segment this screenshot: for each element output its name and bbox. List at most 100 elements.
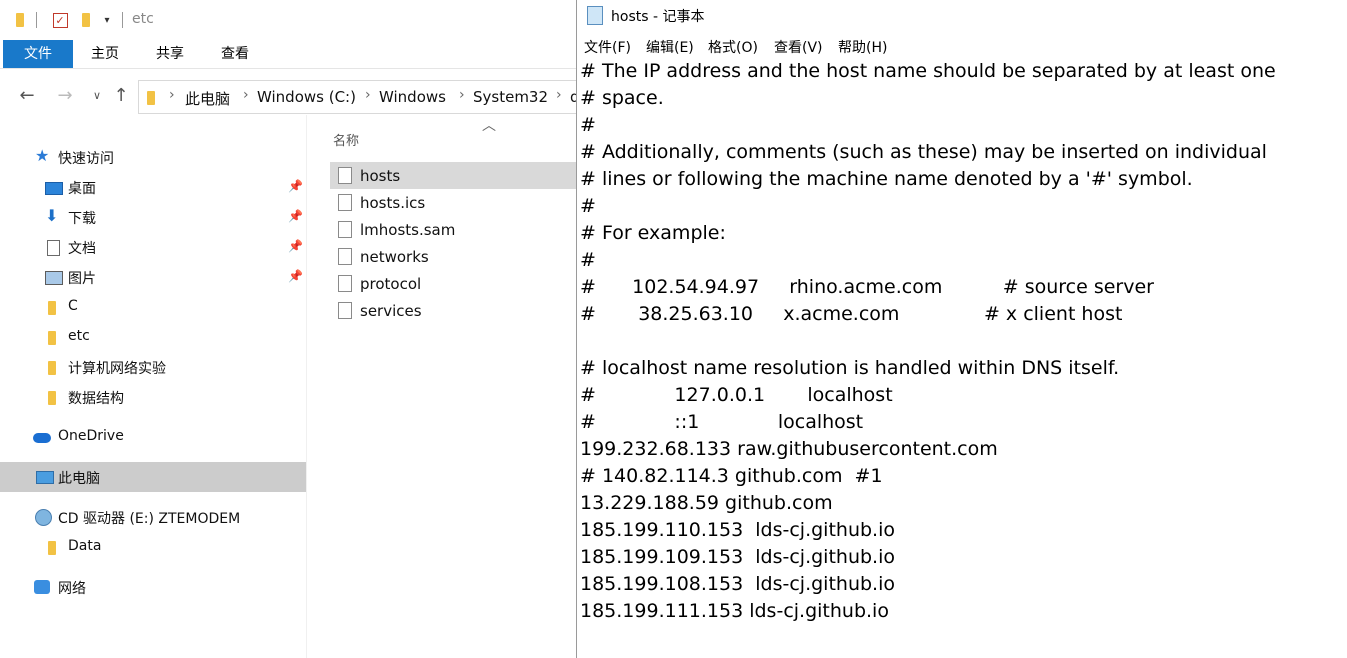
file-row-hosts[interactable]: hosts — [330, 162, 576, 189]
file-row-networks[interactable]: networks — [330, 243, 576, 270]
folder-icon — [48, 540, 56, 559]
properties-check-icon[interactable]: ✓ — [50, 10, 70, 30]
recent-locations-chevron-icon[interactable]: ∨ — [86, 85, 108, 107]
text-line: # 127.0.0.1 localhost — [580, 384, 893, 406]
nav-label: 文档 — [68, 241, 96, 257]
menu-format[interactable]: 格式(O) — [708, 37, 758, 57]
text-line: # ::1 localhost — [580, 411, 864, 433]
chevron-right-icon: › — [556, 87, 562, 103]
column-header-name[interactable]: 名称 — [333, 130, 359, 149]
file-row-hosts-ics[interactable]: hosts.ics — [330, 189, 576, 216]
notepad-title: hosts - 记事本 — [611, 9, 705, 25]
tab-view[interactable]: 查看 — [210, 40, 260, 68]
file-icon — [338, 221, 352, 238]
cloud-icon — [33, 433, 51, 443]
file-icon — [338, 275, 352, 292]
file-icon — [338, 248, 352, 265]
file-icon — [338, 167, 352, 184]
nav-label: etc — [68, 328, 90, 344]
tab-home[interactable]: 主页 — [80, 40, 130, 68]
breadcrumb-system32[interactable]: System32 — [473, 88, 548, 106]
chevron-right-icon: › — [169, 87, 175, 103]
desktop-icon — [45, 182, 63, 195]
nav-label: 网络 — [58, 581, 86, 597]
file-icon — [338, 194, 352, 211]
window-title: etc — [132, 11, 154, 27]
nav-label: 快速访问 — [58, 151, 114, 167]
nav-downloads[interactable]: ⬇ 下载 📌 — [0, 202, 306, 232]
text-line: # — [580, 249, 596, 271]
pin-icon[interactable]: 📌 — [288, 209, 303, 223]
star-icon: ★ — [35, 146, 50, 165]
menu-help[interactable]: 帮助(H) — [838, 37, 887, 57]
nav-cd-drive[interactable]: CD 驱动器 (E:) ZTEMODEM — [0, 502, 306, 532]
menu-view[interactable]: 查看(V) — [774, 37, 823, 57]
pin-icon[interactable]: 📌 — [288, 179, 303, 193]
file-icon — [338, 302, 352, 319]
text-line: 185.199.111.153 lds-cj.github.io — [580, 600, 889, 622]
up-arrow-icon[interactable]: ↑ — [110, 85, 132, 107]
nav-documents[interactable]: 文档 📌 — [0, 232, 306, 262]
file-name: hosts.ics — [360, 194, 426, 212]
nav-folder-c[interactable]: C — [0, 292, 306, 322]
nav-quick-access[interactable]: ★ 快速访问 — [0, 142, 306, 172]
divider — [122, 12, 123, 28]
nav-onedrive[interactable]: OneDrive — [0, 422, 306, 452]
cd-drive-icon — [35, 509, 52, 526]
file-row-services[interactable]: services — [330, 297, 576, 324]
text-line: # For example: — [580, 222, 726, 244]
nav-folder-etc[interactable]: etc — [0, 322, 306, 352]
breadcrumb-windows[interactable]: Windows — [379, 88, 446, 106]
back-arrow-icon[interactable]: ← — [16, 85, 38, 107]
file-row-protocol[interactable]: protocol — [330, 270, 576, 297]
text-line: # localhost name resolution is handled w… — [580, 357, 1120, 379]
chevron-right-icon: › — [243, 87, 249, 103]
file-row-lmhosts-sam[interactable]: lmhosts.sam — [330, 216, 576, 243]
file-list: ︿ 名称 hosts hosts.ics lmhosts.sam network… — [306, 115, 576, 658]
chevron-right-icon: › — [365, 87, 371, 103]
new-folder-icon[interactable] — [76, 10, 96, 30]
text-editor-area[interactable]: # The IP address and the host name shoul… — [580, 58, 1340, 658]
download-icon: ⬇ — [45, 206, 59, 225]
text-line: # — [580, 114, 596, 136]
divider — [36, 12, 37, 28]
nav-desktop[interactable]: 桌面 📌 — [0, 172, 306, 202]
file-name: lmhosts.sam — [360, 221, 456, 239]
breadcrumb-this-pc[interactable]: 此电脑 — [185, 88, 230, 109]
nav-folder-data-structures[interactable]: 数据结构 — [0, 382, 306, 412]
text-line: 185.199.109.153 lds-cj.github.io — [580, 546, 895, 568]
nav-label: 桌面 — [68, 181, 96, 197]
tab-share[interactable]: 共享 — [145, 40, 195, 68]
pin-icon[interactable]: 📌 — [288, 239, 303, 253]
chevron-right-icon: › — [459, 87, 465, 103]
text-line: # space. — [580, 87, 664, 109]
pin-icon[interactable]: 📌 — [288, 269, 303, 283]
address-bar[interactable]: › 此电脑 › Windows (C:) › Windows › System3… — [138, 80, 576, 114]
text-line: # Additionally, comments (such as these)… — [580, 141, 1267, 163]
file-name: hosts — [360, 167, 401, 185]
text-line: # 38.25.63.10 x.acme.com # x client host — [580, 303, 1123, 325]
folder-icon — [48, 360, 56, 379]
customize-toolbar-dropdown-icon[interactable]: ▾ — [100, 10, 114, 30]
forward-arrow-icon[interactable]: → — [54, 85, 76, 107]
nav-folder-data[interactable]: Data — [0, 532, 306, 562]
text-line: # — [580, 195, 596, 217]
tab-file[interactable]: 文件 — [3, 40, 73, 68]
breadcrumb-drive-c[interactable]: Windows (C:) — [257, 88, 356, 106]
text-line: # 140.82.114.3 github.com #1 — [580, 465, 883, 487]
nav-folder-network-lab[interactable]: 计算机网络实验 — [0, 352, 306, 382]
nav-label: CD 驱动器 (E:) ZTEMODEM — [58, 511, 241, 527]
menu-edit[interactable]: 编辑(E) — [646, 37, 694, 57]
address-row: ← → ∨ ↑ › 此电脑 › Windows (C:) › Windows ›… — [0, 77, 576, 115]
nav-this-pc[interactable]: 此电脑 — [0, 462, 306, 492]
nav-label: OneDrive — [58, 428, 124, 444]
document-icon — [47, 240, 60, 256]
file-name: networks — [360, 248, 429, 266]
network-icon — [34, 580, 50, 594]
nav-network[interactable]: 网络 — [0, 572, 306, 602]
nav-pictures[interactable]: 图片 📌 — [0, 262, 306, 292]
menu-file[interactable]: 文件(F) — [584, 37, 631, 57]
file-name: protocol — [360, 275, 422, 293]
explorer-titlebar: ✓ ▾ etc — [0, 0, 576, 40]
pictures-icon — [45, 271, 63, 285]
